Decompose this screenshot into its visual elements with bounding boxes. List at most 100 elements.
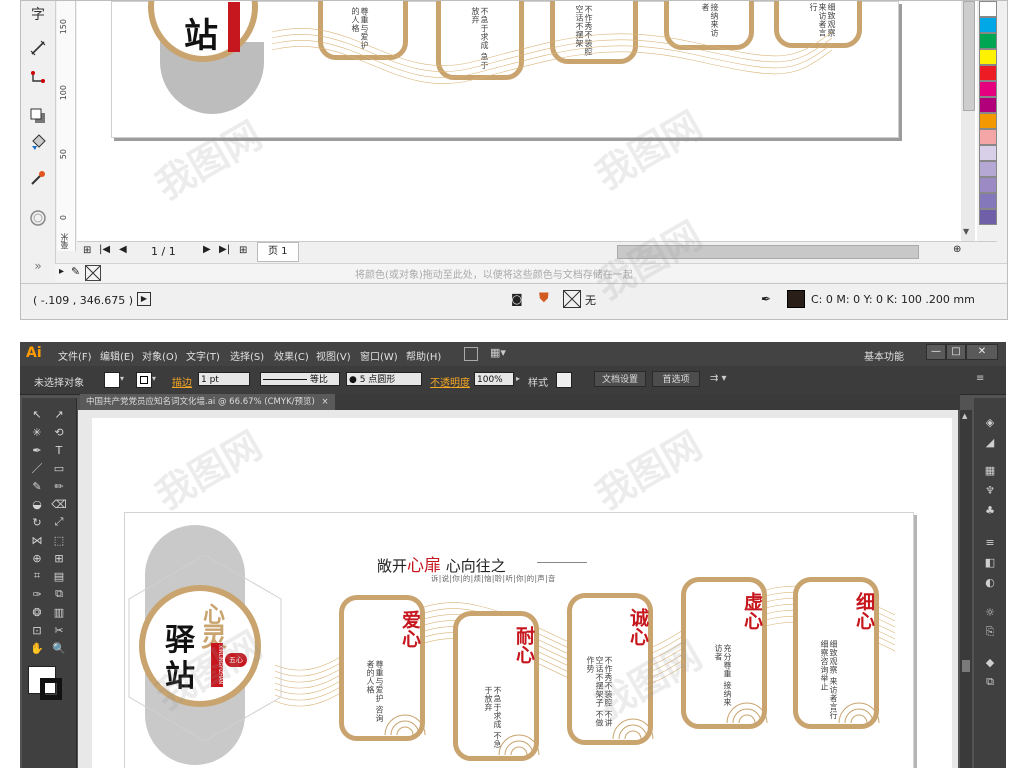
illustrator-canvas[interactable]: 敞开心扉 心向往之 诉|说|你|的|烦|恼|聆|听|你|的|声|音 心 驿 灵 … [78, 410, 958, 768]
add-page-icon[interactable]: ⊞ [239, 245, 247, 256]
toolbox-expand-icon[interactable]: » [27, 255, 49, 277]
ai-vertical-scrollbar[interactable]: ▲ [960, 410, 972, 768]
dimension-tool-icon[interactable] [27, 37, 49, 59]
rectangle-tool-icon[interactable]: ▭ [50, 460, 68, 476]
palette-swatch[interactable] [979, 65, 997, 81]
hand-tool-icon[interactable]: ✋ [28, 640, 46, 656]
fill-dropdown-icon[interactable]: ▾ [120, 374, 124, 383]
outline-color-swatch[interactable] [787, 290, 805, 308]
menu-effect[interactable]: 效果(C) [274, 348, 309, 363]
text-tool-icon[interactable]: 字 [27, 3, 49, 25]
stroke-dropdown-icon[interactable]: ▾ [152, 374, 156, 383]
stroke-panel-icon[interactable]: ≡ [981, 534, 999, 550]
palette-swatch[interactable] [979, 1, 997, 17]
scroll-down-arrow-icon[interactable]: ▼ [963, 227, 969, 236]
pencil-tool-icon[interactable]: ✏ [50, 478, 68, 494]
document-setup-button[interactable]: 文档设置 [594, 371, 646, 387]
scale-tool-icon[interactable]: ⤢ [50, 514, 68, 530]
menu-file[interactable]: 文件(F) [58, 348, 92, 363]
document-tab[interactable]: 中国共产党党员应知名词文化墙.ai @ 66.67% (CMYK/预览) × [80, 394, 335, 410]
menu-help[interactable]: 帮助(H) [406, 348, 441, 363]
brushes-icon[interactable]: ♆ [981, 482, 999, 498]
line-tool-icon[interactable]: ／ [28, 460, 46, 476]
fill-tool-icon[interactable] [27, 131, 49, 153]
eyedropper-tool-icon[interactable] [27, 167, 49, 189]
swatches-icon[interactable]: ▦ [981, 462, 999, 478]
minimize-button[interactable]: — [926, 344, 946, 360]
first-page-icon[interactable]: |◀ [99, 244, 110, 255]
width-tool-icon[interactable]: ⋈ [28, 532, 46, 548]
opacity-field[interactable]: 100% [474, 372, 514, 386]
blend-tool-icon[interactable]: ⧉ [50, 586, 68, 602]
scroll-thumb[interactable] [962, 660, 970, 672]
menu-type[interactable]: 文字(T) [186, 348, 220, 363]
fill-swatch[interactable] [104, 372, 120, 388]
palette-swatch[interactable] [979, 129, 997, 145]
palette-swatch[interactable] [979, 113, 997, 129]
magic-wand-tool-icon[interactable]: ✳ [28, 424, 46, 440]
prev-page-icon[interactable]: ◀ [119, 244, 127, 255]
palette-swatch[interactable] [979, 145, 997, 161]
mesh-tool-icon[interactable]: ⌗ [28, 568, 46, 584]
palette-swatch[interactable] [979, 97, 997, 113]
symbols-icon[interactable]: ♣ [981, 502, 999, 518]
scroll-thumb[interactable] [963, 1, 975, 111]
stroke-weight-field[interactable]: 1 pt [198, 372, 250, 386]
bridge-icon[interactable] [464, 347, 478, 361]
palette-swatch[interactable] [979, 49, 997, 65]
vertical-scrollbar[interactable]: ▼ [961, 1, 975, 241]
no-color-swatch[interactable] [85, 265, 101, 281]
menu-view[interactable]: 视图(V) [316, 348, 351, 363]
eyedropper-tool-icon[interactable]: ✑ [28, 586, 46, 602]
snapping-icon[interactable]: ◙ [511, 292, 523, 306]
zoom-icon[interactable]: ⊕ [953, 244, 961, 255]
appearance-icon[interactable]: ◐ [981, 574, 999, 590]
panel-menu-icon[interactable]: ≡ [976, 373, 984, 384]
menu-window[interactable]: 窗口(W) [360, 348, 398, 363]
arrange-documents-icon[interactable]: ▦▾ [490, 346, 506, 359]
shadow-tool-icon[interactable] [27, 105, 49, 127]
menu-object[interactable]: 对象(O) [142, 348, 178, 363]
style-swatch[interactable] [556, 372, 572, 388]
stroke-swatch[interactable] [136, 372, 152, 388]
lasso-tool-icon[interactable]: ⟲ [50, 424, 68, 440]
menu-select[interactable]: 选择(S) [230, 348, 264, 363]
scroll-thumb-horizontal[interactable] [618, 246, 918, 258]
blob-brush-tool-icon[interactable]: ◒ [28, 496, 46, 512]
close-window-button[interactable]: ✕ [966, 344, 998, 360]
connector-tool-icon[interactable] [27, 67, 49, 89]
lens-tool-icon[interactable] [27, 207, 49, 229]
menu-edit[interactable]: 编辑(E) [100, 348, 134, 363]
scroll-up-arrow-icon[interactable]: ▲ [962, 412, 967, 420]
maximize-button[interactable]: □ [946, 344, 966, 360]
play-arrow-icon[interactable]: ▶ [137, 292, 151, 306]
rotate-tool-icon[interactable]: ↻ [28, 514, 46, 530]
direct-selection-tool-icon[interactable]: ↗ [50, 406, 68, 422]
workspace-switcher[interactable]: 基本功能 [864, 348, 904, 363]
perspective-grid-tool-icon[interactable]: ⊞ [50, 550, 68, 566]
page-tab[interactable]: 页 1 [257, 242, 299, 262]
transparency-icon[interactable]: ◧ [981, 554, 999, 570]
palette-swatch[interactable] [979, 161, 997, 177]
color-guide-icon[interactable]: ◈ [981, 414, 999, 430]
close-tab-icon[interactable]: × [322, 397, 329, 407]
palette-swatch[interactable] [979, 177, 997, 193]
export-icon[interactable]: ⎘ [981, 624, 999, 640]
palette-swatch[interactable] [979, 209, 997, 225]
artboards-icon[interactable]: ⧉ [981, 674, 999, 690]
stroke-label[interactable]: 描边 [172, 374, 192, 389]
coreldraw-canvas[interactable]: 站 尊重与爱护的人格 不急于求成 急于放弃 不作秀不装腔 空话不摆架 接纳来访者… [77, 1, 977, 241]
outline-pen-icon[interactable]: ✒ [761, 292, 771, 306]
eraser-tool-icon[interactable]: ⌫ [50, 496, 68, 512]
zoom-tool-icon[interactable]: 🔍 [50, 640, 68, 656]
palette-swatch[interactable] [979, 193, 997, 209]
palette-swatch[interactable] [979, 17, 997, 33]
brush-definition[interactable]: ● 5 点圆形 [346, 372, 422, 386]
selection-tool-icon[interactable]: ↖ [28, 406, 46, 422]
pen-tool-icon[interactable]: ✒ [28, 442, 46, 458]
gradient-icon[interactable]: ◢ [981, 434, 999, 450]
last-page-icon[interactable]: ▶| [219, 244, 230, 255]
column-graph-tool-icon[interactable]: ▥ [50, 604, 68, 620]
palette-swatch[interactable] [979, 33, 997, 49]
opacity-label[interactable]: 不透明度 [430, 374, 470, 389]
